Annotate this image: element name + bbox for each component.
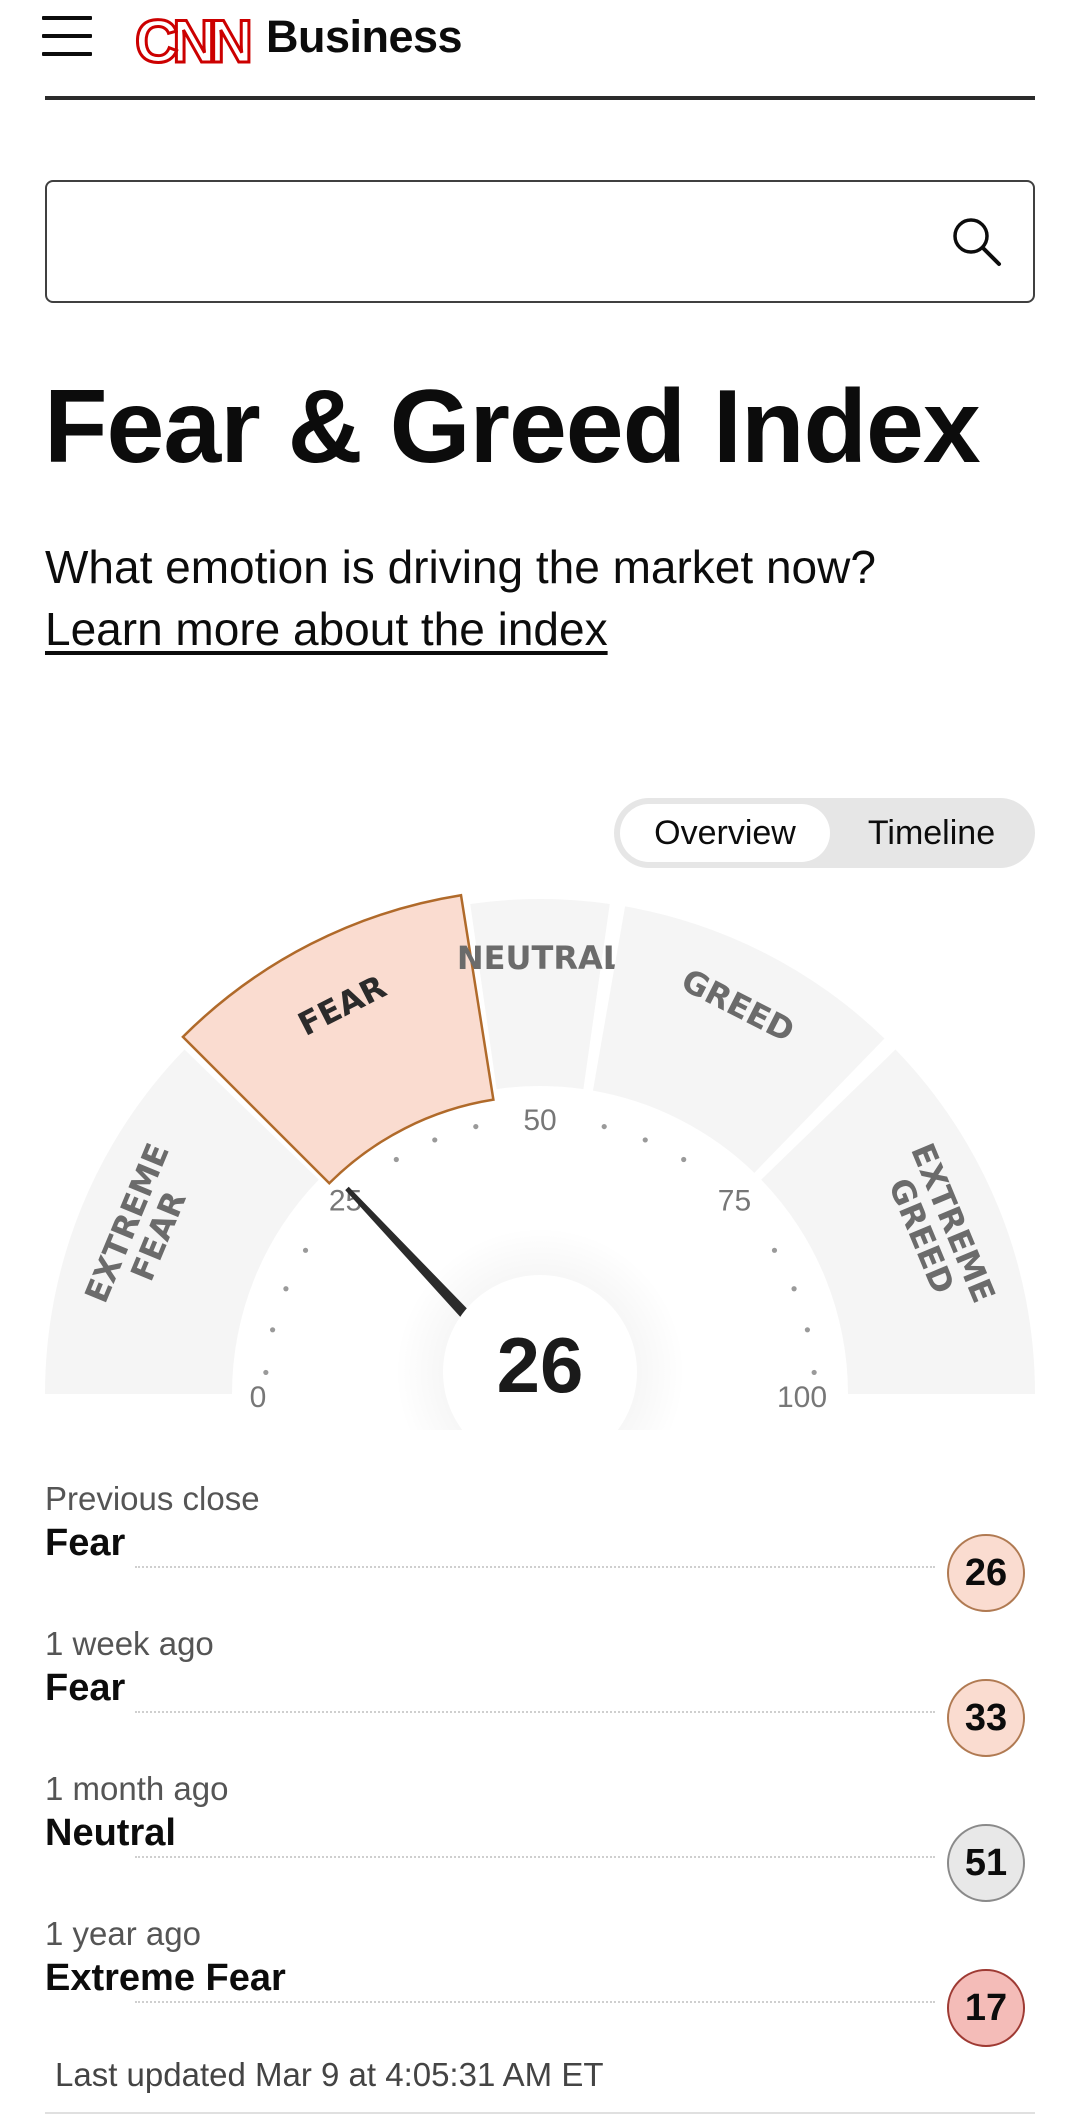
scale-dot <box>642 1137 648 1143</box>
history-value-badge: 17 <box>947 1969 1025 2047</box>
scale-dot <box>811 1369 817 1376</box>
scale-label-50: 50 <box>523 1104 556 1137</box>
search-box <box>45 180 1035 303</box>
scale-dot <box>771 1247 778 1253</box>
tab-overview[interactable]: Overview <box>620 804 830 862</box>
dotted-leader <box>135 2001 935 2003</box>
scale-dot <box>791 1286 797 1292</box>
history-row: 1 week ago Fear 33 <box>45 1625 1035 1770</box>
scale-dot <box>601 1123 607 1130</box>
scale-dot <box>393 1156 399 1163</box>
history-period: Previous close <box>45 1480 260 1517</box>
history-rating: Extreme Fear <box>45 1957 298 2000</box>
gauge-zone-neutral-label: NEUTRAL <box>457 939 623 977</box>
scale-dot <box>432 1137 438 1143</box>
page-title: Fear & Greed Index <box>44 369 981 485</box>
history-rating: Fear <box>45 1667 138 1710</box>
search-icon[interactable] <box>949 214 1005 270</box>
dotted-leader <box>135 1566 935 1568</box>
scale-dot <box>269 1327 276 1333</box>
history-rating: Neutral <box>45 1812 188 1855</box>
cnn-logo-text: CNN <box>135 8 250 72</box>
menu-icon[interactable] <box>42 16 94 56</box>
menu-line <box>42 34 92 38</box>
history-period: 1 year ago <box>45 1915 201 1952</box>
page-subtitle: What emotion is driving the market now? <box>45 541 876 593</box>
history-period: 1 week ago <box>45 1625 214 1662</box>
scale-dot <box>804 1327 811 1333</box>
scale-label-0: 0 <box>250 1381 267 1414</box>
dotted-leader <box>135 1711 935 1713</box>
history-value-badge: 33 <box>947 1679 1025 1757</box>
fear-greed-gauge: EXTREMEFEARFEARNEUTRALGREEDEXTREMEGREED0… <box>45 893 1035 1430</box>
history-row: Previous close Fear 26 <box>45 1480 1035 1625</box>
gauge-zone-neutral <box>470 899 610 1090</box>
site-header: CNN Business <box>0 0 1080 100</box>
last-updated: Last updated Mar 9 at 4:05:31 AM ET <box>55 2056 604 2093</box>
history-row: 1 month ago Neutral 51 <box>45 1770 1035 1915</box>
history-value-badge: 26 <box>947 1534 1025 1612</box>
scale-dot <box>283 1286 289 1292</box>
tab-timeline[interactable]: Timeline <box>834 804 1029 862</box>
dotted-leader <box>135 1856 935 1858</box>
history-row: 1 year ago Extreme Fear 17 <box>45 1915 1035 2060</box>
scale-label-100: 100 <box>777 1381 827 1414</box>
header-divider <box>45 96 1035 100</box>
menu-line <box>42 16 92 20</box>
scale-dot <box>681 1156 687 1163</box>
scale-dot <box>263 1369 269 1376</box>
cnn-logo[interactable]: CNN <box>122 8 260 72</box>
history-period: 1 month ago <box>45 1770 229 1807</box>
scale-label-75: 75 <box>718 1185 751 1218</box>
bottom-divider <box>45 2112 1035 2114</box>
scale-dot <box>302 1247 309 1253</box>
section-name[interactable]: Business <box>266 11 463 63</box>
learn-more-link[interactable]: Learn more about the index <box>45 602 608 656</box>
menu-line <box>42 52 92 56</box>
search-input[interactable] <box>65 202 945 282</box>
view-toggle: Overview Timeline <box>614 798 1035 868</box>
history-rating: Fear <box>45 1522 138 1565</box>
scale-dot <box>473 1123 479 1130</box>
history-value-badge: 51 <box>947 1824 1025 1902</box>
gauge-value: 26 <box>497 1321 584 1409</box>
